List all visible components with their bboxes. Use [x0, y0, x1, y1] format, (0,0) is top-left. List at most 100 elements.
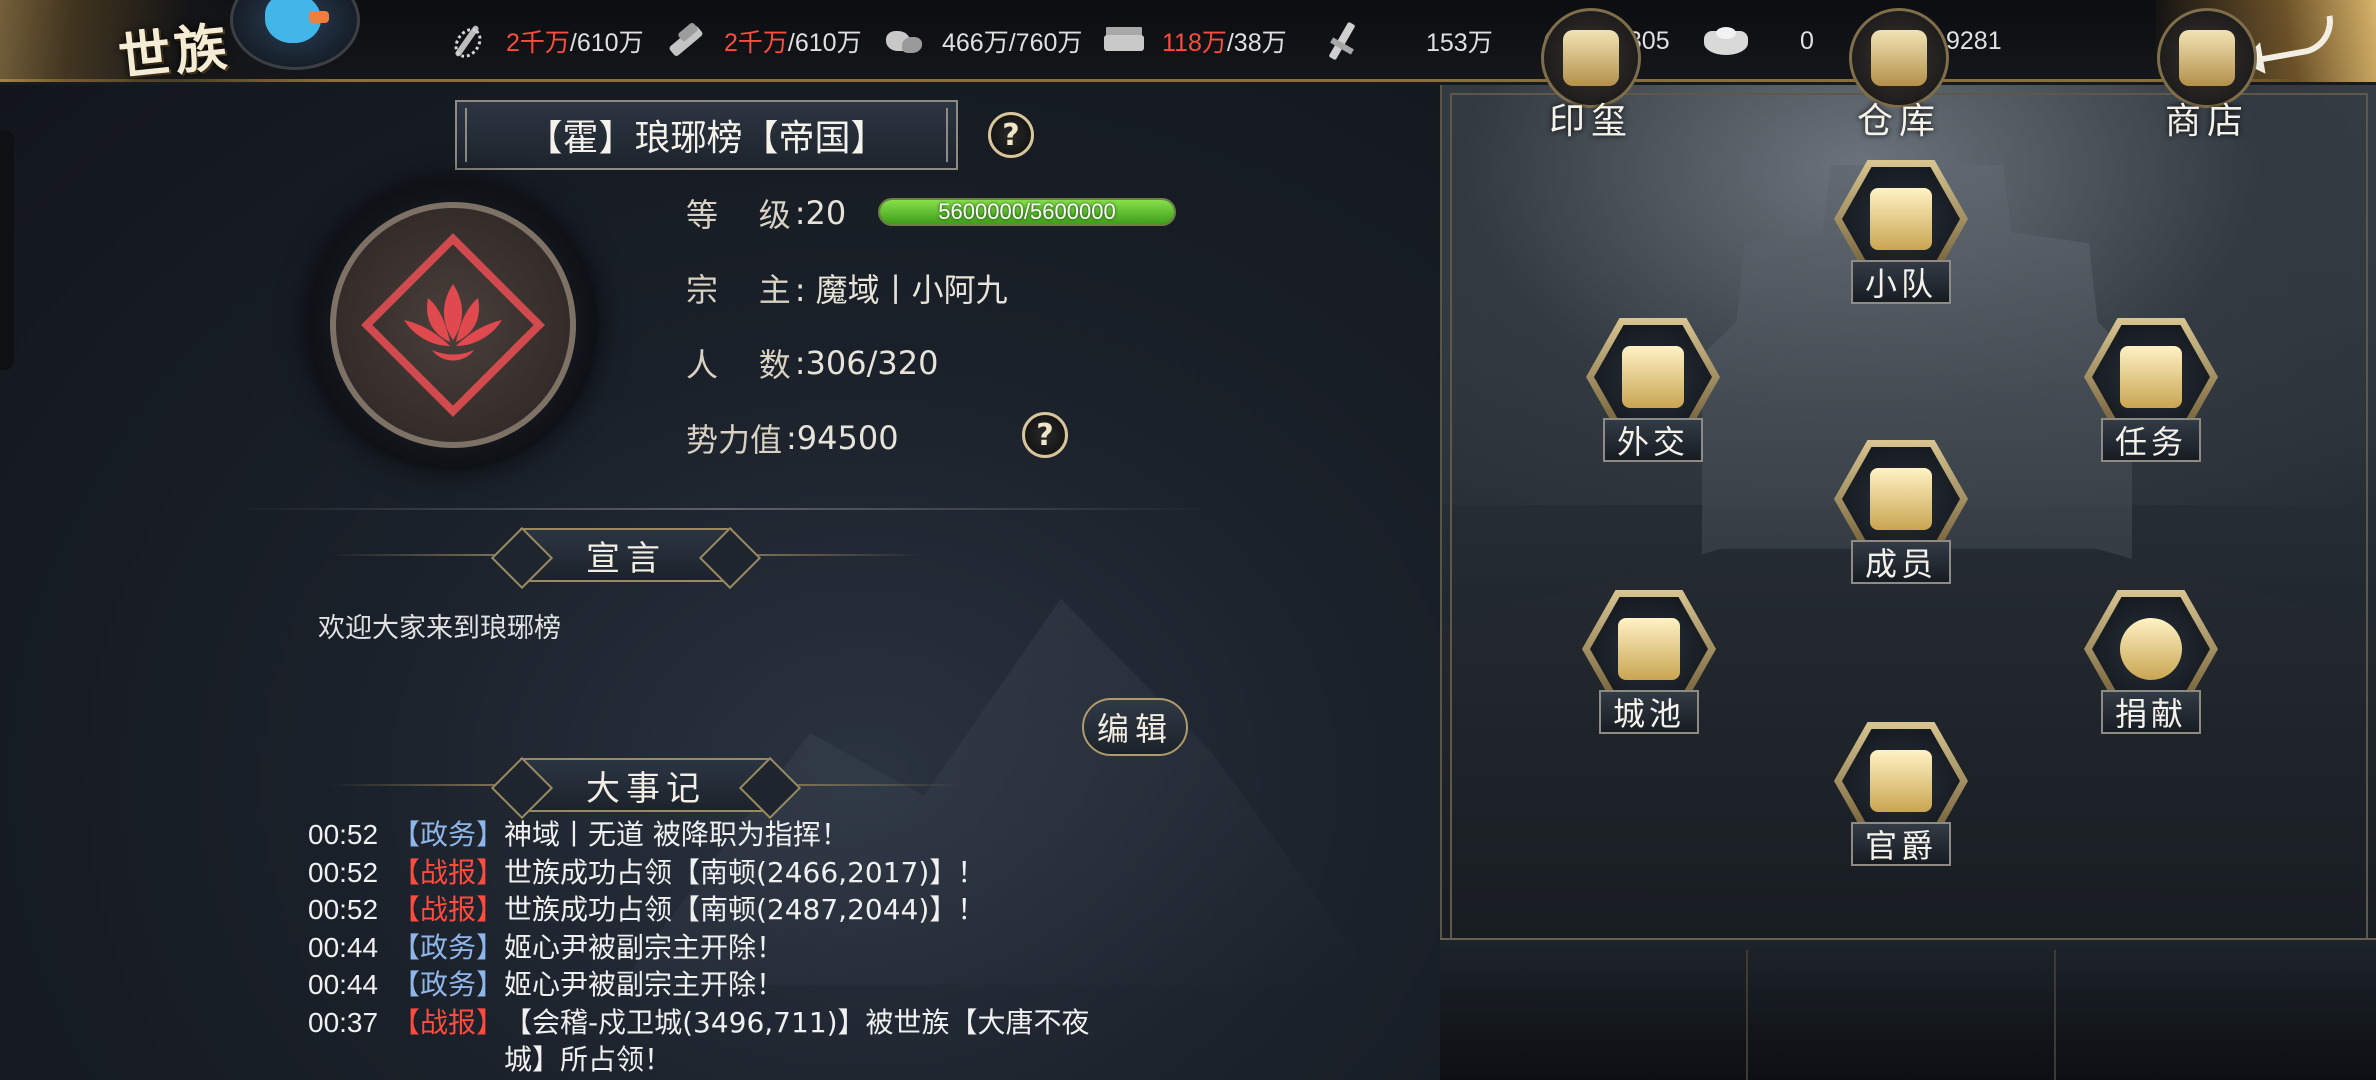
page-title: 世族	[115, 16, 234, 89]
resource-iron[interactable]: 118万/38万	[1102, 18, 1287, 64]
shop-icon	[2179, 30, 2235, 86]
official-hat-icon	[1870, 750, 1932, 812]
warehouse-label: 仓库	[1856, 101, 1941, 142]
squad-button[interactable]: 小队	[1826, 160, 1976, 320]
diplomacy-button[interactable]: 外交	[1578, 318, 1728, 478]
donate-label: 捐献	[2101, 690, 2201, 734]
event-tag: 【战报】	[392, 1005, 505, 1039]
power-label: 势力值	[686, 421, 783, 459]
level-label: 等 级	[686, 196, 791, 234]
banner-wing-right	[772, 784, 962, 786]
event-tag: 【政务】	[392, 930, 505, 964]
top-resource-bar: 世族 2千万/610万 2千万/610万 466万/760万 118万/38万 …	[0, 0, 2376, 89]
stone-max: /760万	[1008, 29, 1083, 57]
event-tag: 【政务】	[392, 968, 505, 1001]
warehouse-icon	[1871, 30, 1927, 86]
exp-text: 5600000/5600000	[938, 199, 1116, 224]
event-time: 00:44	[308, 931, 379, 963]
event-row: 00:44 【政务】 姬心尹被副宗主开除！	[308, 966, 1108, 1004]
warehouse-button[interactable]: 仓库	[1824, 8, 1974, 142]
gold-ingot-value: 0	[1800, 26, 1814, 55]
lotus-icon	[404, 284, 502, 361]
quest-label: 任务	[2101, 418, 2201, 462]
seal-label: 印玺	[1548, 101, 1633, 142]
event-time: 00:37	[308, 1006, 379, 1038]
event-row: 00:37 【战报】 【会稽-戍卫城(3496,711)】被世族【大唐不夜城】所…	[308, 1004, 1108, 1079]
declaration-title-plate: 宣言	[520, 528, 732, 582]
declaration-header: 宣言	[330, 528, 922, 582]
events-title-plate: 大事记	[520, 758, 772, 812]
event-row: 00:52 【政务】 神域丨无道 被降职为指挥！	[308, 816, 1108, 854]
event-time: 00:52	[308, 819, 379, 850]
scroll-icon	[1622, 346, 1684, 408]
weapon-value: 153万	[1426, 29, 1493, 57]
wood-max: /610万	[787, 29, 862, 57]
event-message: 姬心尹被副宗主开除！	[504, 930, 785, 964]
flag-icon	[1870, 188, 1932, 250]
event-tag: 【战报】	[392, 855, 505, 889]
power-value: :94500	[786, 419, 899, 457]
grain-max: /610万	[569, 29, 644, 57]
event-row: 00:44 【政务】 姬心尹被副宗主开除！	[308, 929, 1108, 967]
event-row: 00:52 【战报】 世族成功占领【南顿(2466,2017)】！	[308, 854, 1108, 892]
cities-button[interactable]: 城池	[1574, 590, 1724, 750]
iron-icon	[1102, 21, 1146, 61]
rank-label: 官爵	[1851, 822, 1951, 866]
seal-button[interactable]: 印玺	[1516, 8, 1666, 142]
iron-max: /38万	[1226, 29, 1287, 57]
bar-separator	[2054, 950, 2056, 1080]
event-message[interactable]: 世族成功占领【南顿(2487,2044)】！	[504, 891, 1108, 929]
bottom-function-bar	[1440, 938, 2376, 1080]
shop-label: 商店	[2164, 101, 2249, 142]
guild-power-row: 势力值 :94500	[686, 415, 899, 461]
members-label: 人 数	[686, 346, 791, 384]
resource-grain[interactable]: 2千万/610万	[446, 18, 644, 64]
donate-button[interactable]: 捐献	[2076, 590, 2226, 750]
stone-icon	[882, 21, 926, 61]
stone-current: 466万	[942, 29, 1009, 57]
event-message: 姬心尹被副宗主开除！	[504, 968, 785, 1001]
guild-exp-bar: 5600000/5600000	[878, 198, 1176, 226]
guild-level-row: 等 级 :20	[686, 190, 846, 236]
quest-button[interactable]: 任务	[2076, 318, 2226, 478]
shop-button[interactable]: 商店	[2132, 8, 2282, 142]
grain-icon	[446, 21, 490, 61]
guild-leader-row: 宗 主 : 魔域丨小阿九	[686, 265, 1008, 311]
coin-pouch-icon	[2120, 618, 2182, 680]
resource-gold-ingot[interactable]: 0	[1704, 18, 1814, 64]
event-message[interactable]: 世族成功占领【南顿(2466,2017)】！	[504, 854, 1108, 892]
leader-value[interactable]: : 魔域丨小阿九	[795, 265, 1008, 311]
gold-ingot-icon	[1704, 21, 1748, 61]
resource-stone[interactable]: 466万/760万	[882, 18, 1082, 64]
weapon-icon	[1320, 21, 1364, 61]
wood-current: 2千万	[724, 29, 788, 57]
resource-wood[interactable]: 2千万/610万	[664, 18, 862, 64]
guild-help-button[interactable]: ?	[988, 112, 1034, 158]
edit-declaration-button[interactable]: 编辑	[1082, 698, 1188, 756]
guild-emblem[interactable]	[330, 202, 576, 448]
members-value: :306/320	[794, 344, 939, 382]
members-button[interactable]: 成员	[1826, 440, 1976, 600]
wood-icon	[664, 21, 708, 61]
event-row: 00:52 【战报】 世族成功占领【南顿(2487,2044)】！	[308, 891, 1108, 929]
declaration-text: 欢迎大家来到琅琊榜	[318, 613, 561, 644]
grain-current: 2千万	[506, 29, 570, 57]
event-log: 00:52 【政务】 神域丨无道 被降职为指挥！ 00:52 【战报】 世族成功…	[308, 816, 1108, 1079]
side-drawer-handle[interactable]	[0, 130, 14, 370]
rank-button[interactable]: 官爵	[1826, 722, 1976, 882]
power-help-button[interactable]: ?	[1022, 412, 1068, 458]
divider	[230, 508, 1220, 510]
event-time: 00:44	[308, 969, 379, 1000]
banner-wing-right	[732, 554, 922, 556]
resource-weapon[interactable]: 153万	[1320, 18, 1493, 64]
dragon-seal-icon	[1563, 30, 1619, 86]
event-message[interactable]: 【会稽-戍卫城(3496,711)】被世族【大唐不夜城】所占领！	[504, 1004, 1094, 1079]
event-message: 神域丨无道 被降职为指挥！	[504, 818, 849, 851]
declaration-title: 宣言	[586, 538, 666, 579]
members-label: 成员	[1851, 540, 1951, 584]
event-time: 00:52	[308, 856, 379, 888]
events-header: 大事记	[330, 758, 962, 812]
bar-separator	[1746, 950, 1748, 1080]
avatar-bird-icon	[265, 0, 329, 43]
cities-label: 城池	[1599, 690, 1699, 734]
